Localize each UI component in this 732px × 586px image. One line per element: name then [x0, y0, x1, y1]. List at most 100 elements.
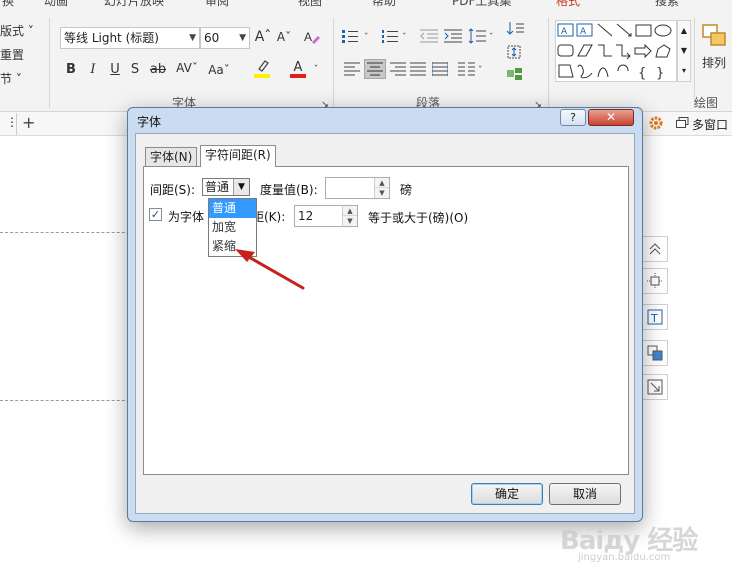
- group-label-drawing: 绘图: [694, 96, 719, 110]
- change-case-icon[interactable]: Aaˇ: [206, 62, 232, 78]
- tab-pdf-tools[interactable]: PDF工具集: [452, 0, 511, 9]
- kerning-checkbox[interactable]: ✓: [149, 208, 162, 221]
- svg-text:{: {: [638, 66, 646, 81]
- tab-font[interactable]: 字体(N): [145, 147, 198, 167]
- shapes-gallery[interactable]: A A { }: [555, 20, 677, 82]
- char-spacing-icon[interactable]: AVˇ: [172, 60, 202, 76]
- option-normal[interactable]: 普通: [209, 199, 256, 218]
- gallery-scroll[interactable]: ▲ ▼ ▾: [677, 20, 691, 82]
- line-spacing-icon[interactable]: ˇ: [468, 28, 498, 47]
- shape-fill-icon[interactable]: [642, 340, 668, 366]
- align-right-icon[interactable]: [390, 62, 406, 79]
- tab-animations[interactable]: 动画: [44, 0, 68, 9]
- reset-button[interactable]: 重置: [0, 46, 24, 63]
- placeholder-border: [0, 400, 140, 401]
- smartart-icon[interactable]: [506, 66, 528, 85]
- align-text-icon[interactable]: [506, 44, 528, 63]
- option-expanded[interactable]: 加宽: [209, 218, 256, 237]
- svg-text:ˇ: ˇ: [489, 32, 494, 43]
- text-box-icon[interactable]: T: [642, 304, 668, 330]
- cancel-button[interactable]: 取消: [549, 483, 621, 505]
- columns-icon[interactable]: ˇ: [458, 62, 488, 79]
- svg-text:}: }: [656, 66, 664, 81]
- align-left-icon[interactable]: [344, 62, 360, 79]
- tab-slideshow[interactable]: 幻灯片放映: [104, 0, 164, 9]
- bold-button[interactable]: B: [64, 62, 78, 78]
- gear-icon[interactable]: [648, 115, 664, 134]
- spacing-label: 间距(S):: [150, 183, 196, 197]
- multi-window-icon[interactable]: [676, 117, 689, 132]
- dialog-title: 字体: [137, 115, 162, 129]
- ribbon: 换 动画 幻灯片放映 审阅 视图 帮助 PDF工具集 格式 搜索 版式 ˅ 重置…: [0, 0, 732, 112]
- chevron-down-icon[interactable]: ▼: [678, 41, 690, 61]
- kerning-suffix: 等于或大于(磅)(O): [368, 211, 469, 225]
- tab-transitions[interactable]: 换: [2, 0, 14, 9]
- italic-button[interactable]: I: [86, 62, 100, 78]
- measure-label: 度量值(B):: [260, 183, 318, 197]
- spin-up-icon[interactable]: ▲: [375, 178, 389, 188]
- tab-search[interactable]: 搜索: [655, 0, 679, 9]
- font-dialog: 字体 ? ✕ 字体(N) 字符间距(R) 间距(S): 普通 ▼ 度量值(B):…: [127, 107, 643, 522]
- text-direction-icon[interactable]: [506, 20, 528, 41]
- gallery-more-icon[interactable]: ▾: [678, 61, 690, 81]
- numbering-icon[interactable]: ˇ: [382, 28, 412, 47]
- shrink-font-icon[interactable]: Aˇ: [276, 29, 292, 45]
- svg-text:A: A: [304, 30, 312, 44]
- tab-format[interactable]: 格式: [556, 0, 580, 9]
- grow-font-icon[interactable]: Aˆ: [254, 29, 272, 45]
- chevron-up-icon[interactable]: ▲: [678, 21, 690, 41]
- font-size-value: 60: [204, 31, 220, 45]
- svg-text:T: T: [650, 312, 658, 325]
- dialog-client: 字体(N) 字符间距(R) 间距(S): 普通 ▼ 度量值(B): ▲ ▼ 磅 ✓…: [135, 133, 635, 514]
- font-size-combo[interactable]: 60 ▼: [200, 27, 250, 49]
- svg-text:ˇ: ˇ: [478, 65, 483, 76]
- shadow-button[interactable]: S: [128, 62, 142, 78]
- bullets-icon[interactable]: ˇ: [342, 28, 382, 47]
- font-color-swatch: [290, 74, 306, 78]
- svg-text:A: A: [580, 27, 587, 37]
- kerning-input[interactable]: 12 ▲ ▼: [294, 205, 358, 227]
- collapse-up-icon[interactable]: [642, 236, 668, 262]
- add-tab-icon[interactable]: +: [22, 113, 35, 132]
- spin-up-icon[interactable]: ▲: [343, 206, 357, 216]
- align-center-button[interactable]: [364, 59, 386, 79]
- help-button[interactable]: ?: [560, 109, 586, 126]
- spin-down-icon[interactable]: ▼: [375, 188, 389, 198]
- svg-text:ˇ: ˇ: [402, 32, 407, 43]
- svg-text:A: A: [561, 27, 568, 37]
- section-button[interactable]: 节 ˅: [0, 70, 22, 87]
- chevron-down-icon[interactable]: ˇ: [312, 62, 320, 78]
- ok-button[interactable]: 确定: [471, 483, 543, 505]
- clear-format-icon[interactable]: A: [302, 28, 322, 51]
- spacing-select[interactable]: 普通 ▼: [202, 178, 250, 196]
- layout-options-icon[interactable]: [642, 268, 668, 294]
- tab-character-spacing[interactable]: 字符间距(R): [200, 145, 276, 167]
- layout-button[interactable]: 版式 ˅: [0, 22, 34, 39]
- decrease-indent-icon[interactable]: [420, 29, 438, 46]
- spin-down-icon[interactable]: ▼: [343, 216, 357, 226]
- strikethrough-button[interactable]: ab: [148, 62, 168, 78]
- tab-view[interactable]: 视图: [298, 0, 322, 9]
- measure-spinner[interactable]: ▲ ▼: [374, 178, 389, 198]
- spacing-select-value: 普通: [205, 180, 230, 194]
- arrange-button[interactable]: 排列: [702, 54, 726, 71]
- tab-help[interactable]: 帮助: [372, 0, 396, 9]
- chevron-down-icon: ▼: [189, 33, 196, 43]
- kerning-label: 为字体: [168, 210, 205, 224]
- chevron-down-icon[interactable]: ▼: [233, 179, 249, 195]
- arrange-icon[interactable]: [702, 24, 728, 53]
- kerning-spinner[interactable]: ▲ ▼: [342, 206, 357, 226]
- tab-review[interactable]: 审阅: [205, 0, 229, 9]
- measure-input[interactable]: ▲ ▼: [325, 177, 390, 199]
- resize-icon[interactable]: [642, 374, 668, 400]
- ribbon-tab-strip: 换 动画 幻灯片放映 审阅 视图 帮助 PDF工具集 格式 搜索: [0, 0, 732, 12]
- close-button[interactable]: ✕: [588, 109, 634, 126]
- distributed-icon[interactable]: [431, 62, 449, 79]
- justify-icon[interactable]: [410, 62, 426, 79]
- font-name-combo[interactable]: 等线 Light (标题) ▼: [60, 27, 200, 49]
- placeholder-border: [0, 232, 140, 233]
- increase-indent-icon[interactable]: [444, 29, 462, 46]
- multi-window-label[interactable]: 多窗口: [692, 116, 728, 133]
- underline-button[interactable]: U: [108, 62, 122, 78]
- highlight-color-swatch: [254, 74, 270, 78]
